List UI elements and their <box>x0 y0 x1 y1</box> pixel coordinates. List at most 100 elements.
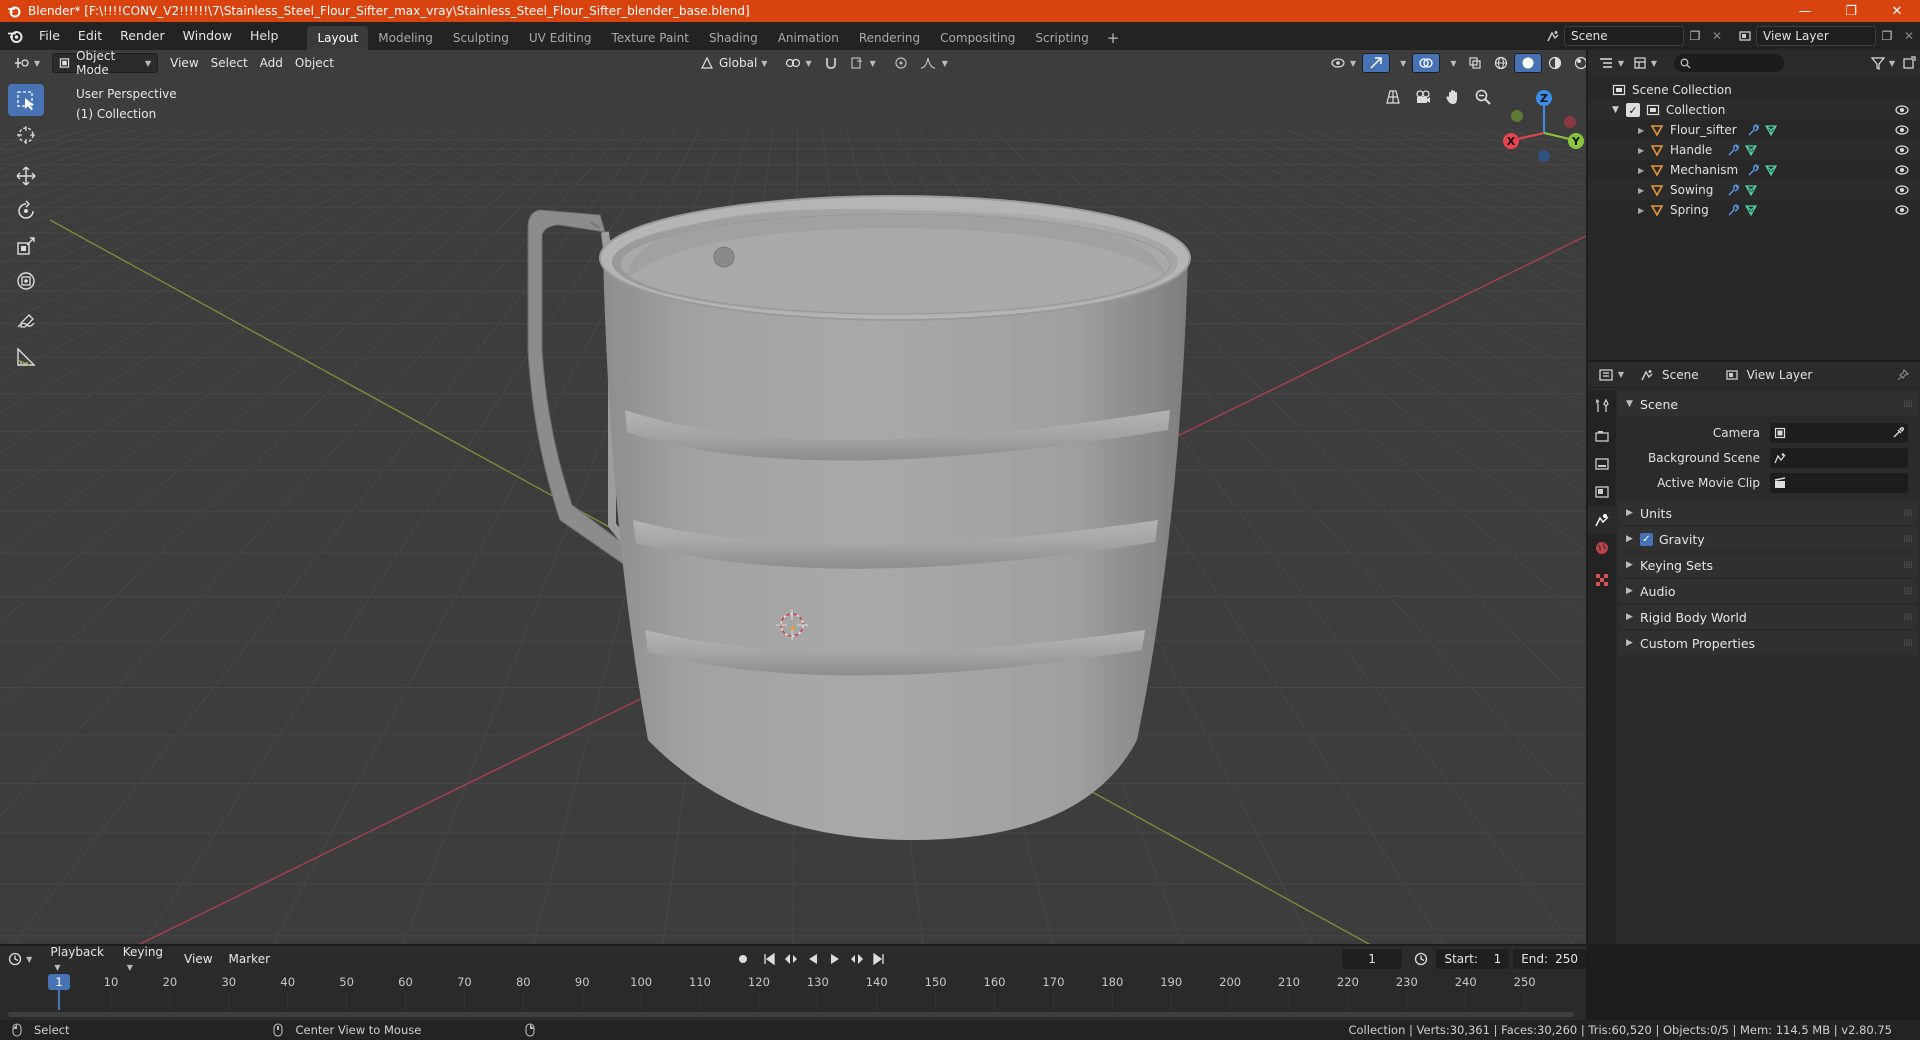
panel-audio[interactable]: ▶ Audio ⁞⁞⁞⁞ <box>1618 579 1918 603</box>
tab-animation[interactable]: Animation <box>768 26 849 50</box>
collection-checkbox[interactable]: ✓ <box>1626 103 1640 117</box>
visibility-eye-icon[interactable] <box>1894 123 1910 137</box>
menu-add[interactable]: Add <box>254 53 289 73</box>
new-scene-icon[interactable]: ❐ <box>1684 26 1706 46</box>
play-reverse-icon[interactable] <box>802 949 824 969</box>
toggle-perspective-icon[interactable] <box>1380 84 1406 110</box>
eyedropper-icon[interactable] <box>1892 426 1904 439</box>
tab-scripting[interactable]: Scripting <box>1025 26 1098 50</box>
gravity-checkbox[interactable]: ✓ <box>1640 532 1653 546</box>
play-icon[interactable] <box>824 949 846 969</box>
delete-view-layer-icon[interactable]: ✕ <box>1898 26 1920 46</box>
gizmo-toggle-icon[interactable] <box>1362 53 1391 73</box>
tab-layout[interactable]: Layout <box>307 26 369 50</box>
visibility-eye-icon[interactable] <box>1894 203 1910 217</box>
view-layer-icon[interactable] <box>1734 26 1756 46</box>
panel-custom-properties[interactable]: ▶ Custom Properties ⁞⁞⁞⁞ <box>1618 631 1918 655</box>
menu-playback[interactable]: Playback ▼ <box>42 945 114 973</box>
visibility-eye-icon[interactable] <box>1894 143 1910 157</box>
jump-keyframe-prev-icon[interactable] <box>780 949 802 969</box>
scene-name-field[interactable]: Scene <box>1564 26 1684 46</box>
visibility-eye-icon[interactable] <box>1894 183 1910 197</box>
menu-file[interactable]: File <box>30 25 69 47</box>
drag-grip-icon[interactable]: ⁞⁞⁞⁞ <box>1903 638 1913 649</box>
modifier-wrench-icon[interactable] <box>1726 203 1740 217</box>
collection-row[interactable]: ▼ ✓ Collection <box>1588 100 1920 120</box>
mesh-data-icon[interactable] <box>1764 163 1778 177</box>
tab-rendering[interactable]: Rendering <box>849 26 930 50</box>
menu-select[interactable]: Select <box>205 53 254 73</box>
menu-view[interactable]: View <box>164 53 204 73</box>
blender-logo-icon[interactable] <box>0 22 30 50</box>
select-box-tool[interactable] <box>8 84 44 116</box>
output-tab[interactable] <box>1588 450 1616 478</box>
expand-arrow-icon[interactable]: ▶ <box>1638 206 1650 215</box>
tab-compositing[interactable]: Compositing <box>930 26 1025 50</box>
outliner-search-input[interactable] <box>1674 54 1784 72</box>
outliner-object-mechanism[interactable]: ▶ Mechanism <box>1588 160 1920 180</box>
mesh-data-icon[interactable] <box>1744 183 1758 197</box>
scene-collection-row[interactable]: Scene Collection <box>1588 80 1920 100</box>
scale-tool[interactable] <box>8 230 44 262</box>
visibility-eye-icon[interactable] <box>1894 103 1910 117</box>
tab-uv-editing[interactable]: UV Editing <box>519 26 602 50</box>
timeline-ruler[interactable]: 10 20 30 40 50 60 70 80 90 100 110 120 130 140 150 160 1… <box>0 972 1586 992</box>
mesh-data-icon[interactable] <box>1744 143 1758 157</box>
proportional-edit-icon[interactable] <box>888 53 914 73</box>
expand-arrow-icon[interactable]: ▼ <box>1612 105 1626 115</box>
zoom-view-icon[interactable] <box>1470 84 1496 110</box>
outliner-object-handle[interactable]: ▶ Handle <box>1588 140 1920 160</box>
maximize-button[interactable]: ❐ <box>1828 0 1874 22</box>
display-mode-icon[interactable]: ▼ <box>1630 53 1660 73</box>
visibility-eye-icon[interactable] <box>1894 163 1910 177</box>
editor-type-icon[interactable]: ▼ <box>8 53 46 73</box>
new-view-layer-icon[interactable]: ❐ <box>1876 26 1898 46</box>
panel-rigid-body-world[interactable]: ▶ Rigid Body World ⁞⁞⁞⁞ <box>1618 605 1918 629</box>
end-frame-field[interactable]: End: 250 <box>1513 949 1586 969</box>
falloff-icon[interactable]: ▼ <box>914 53 954 73</box>
tab-modeling[interactable]: Modeling <box>368 26 443 50</box>
menu-marker[interactable]: Marker <box>221 952 278 966</box>
drag-grip-icon[interactable]: ⁞⁞⁞⁞ <box>1903 612 1913 623</box>
modifier-wrench-icon[interactable] <box>1726 143 1740 157</box>
xray-toggle-icon[interactable] <box>1462 53 1488 73</box>
menu-timeline-view[interactable]: View <box>176 952 220 966</box>
snap-target-icon[interactable]: ▼ <box>844 53 882 73</box>
pan-view-icon[interactable] <box>1440 84 1466 110</box>
mesh-data-icon[interactable] <box>1744 203 1758 217</box>
gizmo-options-icon[interactable]: ▼ <box>1390 53 1412 73</box>
modifier-wrench-icon[interactable] <box>1726 183 1740 197</box>
snap-icon[interactable] <box>818 53 844 73</box>
menu-help[interactable]: Help <box>241 25 288 47</box>
gizmo-neg-y-icon[interactable] <box>1511 110 1523 122</box>
expand-arrow-icon[interactable]: ▶ <box>1638 146 1650 155</box>
tab-texture-paint[interactable]: Texture Paint <box>602 26 699 50</box>
tab-shading[interactable]: Shading <box>699 26 768 50</box>
modifier-wrench-icon[interactable] <box>1746 163 1760 177</box>
panel-keying-sets[interactable]: ▶ Keying Sets ⁞⁞⁞⁞ <box>1618 553 1918 577</box>
camera-view-icon[interactable] <box>1410 84 1436 110</box>
drag-grip-icon[interactable]: ⁞⁞⁞⁞ <box>1903 508 1913 519</box>
outliner-editor-type-icon[interactable]: ▼ <box>1596 53 1626 73</box>
render-tab[interactable] <box>1588 422 1616 450</box>
scene-tab[interactable] <box>1588 506 1616 534</box>
menu-render[interactable]: Render <box>111 25 174 47</box>
texture-tab[interactable] <box>1588 566 1616 594</box>
measure-tool[interactable] <box>8 341 44 373</box>
delete-scene-icon[interactable]: ✕ <box>1706 26 1728 46</box>
jump-start-icon[interactable] <box>758 949 780 969</box>
timeline-scrollbar[interactable] <box>8 1012 1574 1017</box>
shading-solid-icon[interactable] <box>1514 53 1543 73</box>
add-workspace-icon[interactable]: + <box>1099 26 1128 50</box>
overlays-options-icon[interactable]: ▼ <box>1440 53 1462 73</box>
menu-window[interactable]: Window <box>174 25 241 47</box>
expand-arrow-icon[interactable]: ▶ <box>1638 186 1650 195</box>
outliner-object-sowing[interactable]: ▶ Sowing <box>1588 180 1920 200</box>
menu-object[interactable]: Object <box>289 53 340 73</box>
transform-tool[interactable] <box>8 265 44 297</box>
pin-icon[interactable] <box>1892 365 1914 385</box>
properties-editor-type-icon[interactable]: ▼ <box>1596 365 1626 385</box>
active-movie-clip-field[interactable] <box>1770 472 1908 493</box>
panel-scene[interactable]: ▼ Scene ⁞⁞⁞⁞ <box>1618 392 1918 416</box>
playhead-line[interactable] <box>58 990 60 1010</box>
